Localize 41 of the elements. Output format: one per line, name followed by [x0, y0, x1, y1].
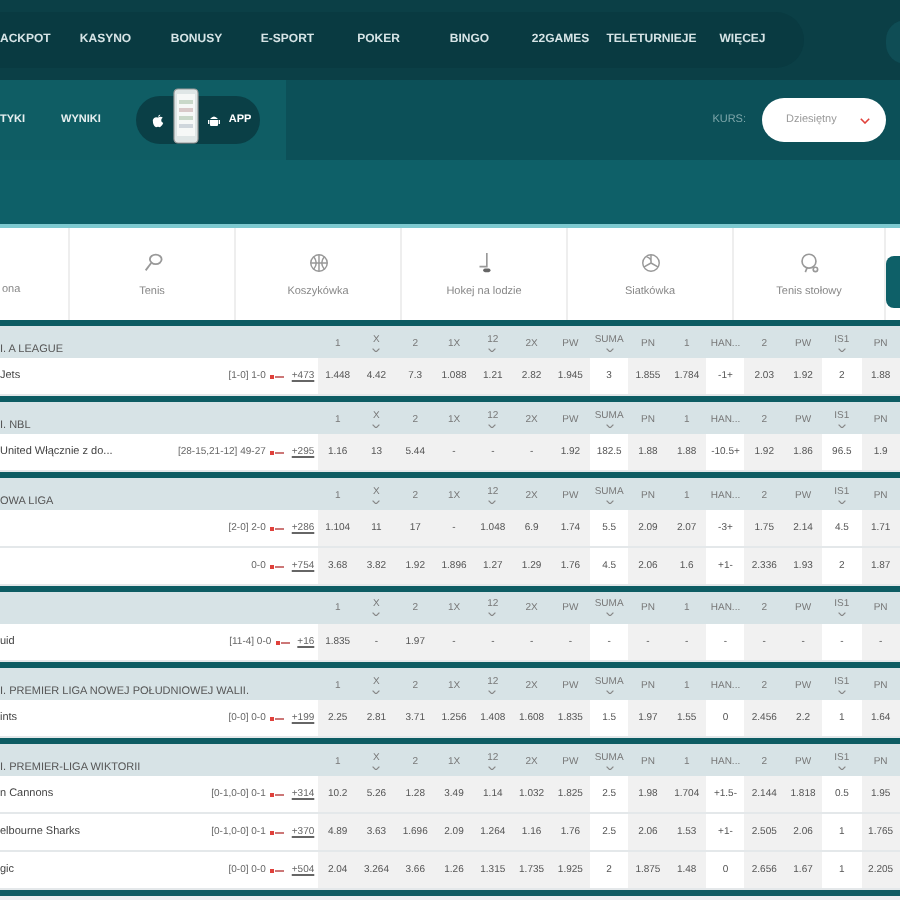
chevron-icon[interactable] [372, 499, 381, 505]
chevron-icon[interactable] [372, 611, 381, 617]
volleyball-icon [639, 251, 661, 273]
racket-icon [141, 251, 163, 273]
chevron-icon[interactable] [488, 347, 497, 353]
chevron-icon[interactable] [372, 765, 381, 771]
live-icon [269, 373, 284, 379]
chevron-icon[interactable] [488, 689, 497, 695]
live-icon [269, 449, 284, 455]
chevron-icon[interactable] [837, 499, 846, 505]
chevron-icon[interactable] [837, 611, 846, 617]
live-icon [269, 715, 284, 721]
chevron-icon[interactable] [488, 765, 497, 771]
ping-pong-icon [798, 251, 820, 273]
chevron-icon[interactable] [605, 423, 614, 429]
chevron-icon[interactable] [488, 611, 497, 617]
chevron-icon[interactable] [837, 423, 846, 429]
chevron-icon [860, 117, 870, 123]
android-icon [208, 113, 221, 127]
chevron-icon[interactable] [488, 423, 497, 429]
chevron-icon[interactable] [605, 611, 614, 617]
chevron-icon[interactable] [837, 347, 846, 353]
chevron-icon[interactable] [605, 347, 614, 353]
basketball-icon [307, 251, 329, 273]
chevron-icon[interactable] [837, 689, 846, 695]
live-icon [269, 829, 284, 835]
live-icon [269, 563, 284, 569]
chevron-icon[interactable] [488, 499, 497, 505]
chevron-icon[interactable] [605, 689, 614, 695]
chevron-icon[interactable] [372, 689, 381, 695]
chevron-icon[interactable] [372, 347, 381, 353]
live-icon [269, 791, 284, 797]
phone-drawing [172, 88, 201, 144]
live-icon [269, 867, 284, 873]
live-icon [275, 639, 290, 645]
apple-icon [152, 113, 165, 127]
live-icon [269, 525, 284, 531]
chevron-icon[interactable] [605, 499, 614, 505]
chevron-icon[interactable] [605, 765, 614, 771]
chevron-icon[interactable] [372, 423, 381, 429]
chevron-icon[interactable] [837, 765, 846, 771]
